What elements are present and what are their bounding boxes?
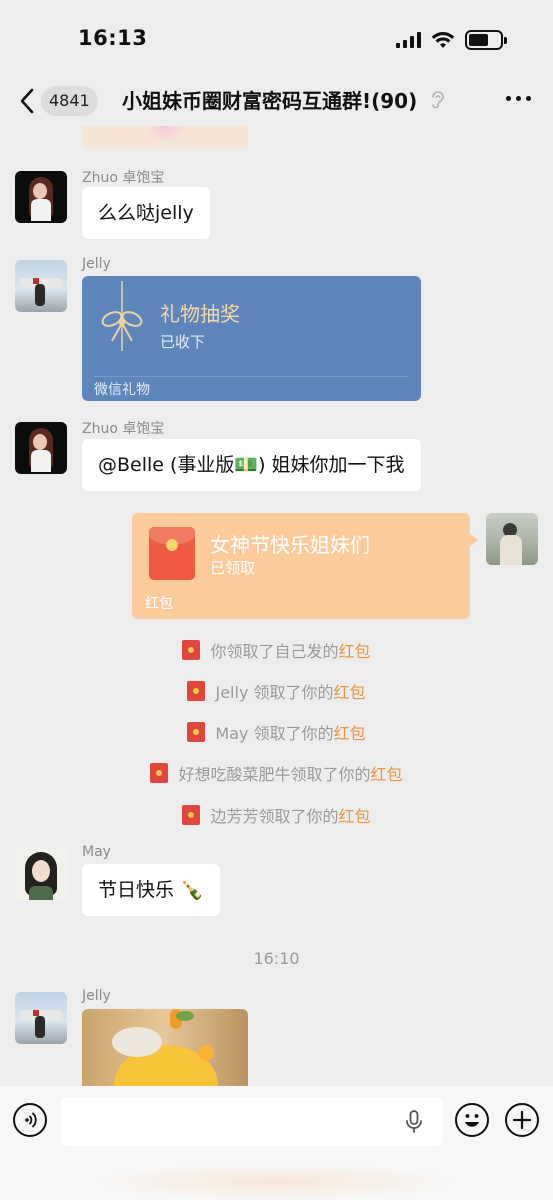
message-list[interactable]: Zhuo 卓饱宝 么么哒jelly Jelly 礼物抽奖 已收下 微信礼物 Zh… (0, 126, 553, 1086)
sender-name: Zhuo 卓饱宝 (82, 170, 165, 186)
text-message[interactable]: 节日快乐 🍾 (82, 864, 220, 916)
divider (94, 376, 409, 377)
notice-text: 边芳芳领取了你的 (210, 807, 339, 826)
red-packet-icon (150, 763, 169, 783)
avatar[interactable] (15, 848, 67, 900)
gift-bow-icon (101, 281, 143, 351)
red-packet-title: 女神节快乐姐妹们 (210, 533, 370, 557)
red-packet-link[interactable]: 红包 (339, 807, 371, 826)
plus-icon (512, 1110, 532, 1130)
status-bar: 16:13 (0, 0, 553, 80)
cellular-signal-icon (396, 32, 421, 48)
sender-name: May (82, 844, 111, 860)
system-notice: 你领取了自己发的红包 (0, 638, 553, 662)
smile-icon (465, 1114, 479, 1127)
red-packet-icon (182, 805, 201, 825)
gift-source-label: 微信礼物 (94, 382, 150, 398)
notice-text: 好想吃酸菜肥牛领取了你的 (178, 765, 371, 784)
text-message[interactable]: 么么哒jelly (82, 187, 210, 239)
avatar[interactable] (15, 171, 67, 223)
sender-name: Jelly (82, 988, 111, 1004)
status-icons (396, 30, 507, 50)
ear-mute-icon (432, 91, 444, 109)
red-packet-status: 已领取 (210, 559, 256, 577)
avatar[interactable] (15, 422, 67, 474)
avatar[interactable] (15, 992, 67, 1044)
back-button[interactable] (14, 86, 40, 116)
microphone-icon[interactable] (404, 1110, 424, 1134)
gift-message-card[interactable]: 礼物抽奖 已收下 微信礼物 (82, 276, 421, 401)
sender-name: Zhuo 卓饱宝 (82, 421, 165, 437)
avatar[interactable] (15, 260, 67, 312)
red-packet-icon (187, 722, 206, 742)
red-packet-icon (149, 527, 195, 580)
red-packet-link[interactable]: 红包 (334, 683, 366, 702)
text-message[interactable]: @Belle (事业版💵) 姐妹你加一下我 (82, 439, 421, 491)
red-packet-icon (187, 681, 206, 701)
message-input[interactable] (61, 1097, 442, 1146)
more-options-button[interactable] (506, 96, 531, 101)
notice-text: 你领取了自己发的 (210, 642, 339, 661)
red-packet-link[interactable]: 红包 (371, 765, 403, 784)
system-notice: 好想吃酸菜肥牛领取了你的红包 (0, 761, 553, 785)
input-bar (0, 1086, 553, 1200)
red-packet-label: 红包 (145, 596, 173, 612)
red-packet-message[interactable]: 女神节快乐姐妹们 已领取 红包 (132, 513, 478, 619)
notice-text: Jelly 领取了你的 (215, 683, 334, 702)
gift-status: 已收下 (160, 333, 206, 351)
image-message-partial[interactable] (82, 126, 248, 149)
unread-count-badge[interactable]: 4841 (41, 86, 98, 116)
status-time: 16:13 (78, 26, 148, 50)
red-packet-link[interactable]: 红包 (339, 642, 371, 661)
chat-header: 4841 小姐妹币圈财富密码互通群!(90) (0, 78, 553, 126)
sender-name: Jelly (82, 256, 111, 272)
image-message[interactable] (82, 1009, 248, 1086)
time-divider: 16:10 (253, 949, 300, 968)
system-notice: 边芳芳领取了你的红包 (0, 803, 553, 827)
red-packet-link[interactable]: 红包 (334, 724, 366, 743)
home-indicator-area (96, 1164, 456, 1200)
system-notice: May 领取了你的红包 (0, 720, 553, 744)
emoji-button[interactable] (455, 1103, 489, 1137)
voice-icon (25, 1112, 37, 1128)
wifi-icon (431, 32, 455, 48)
battery-icon (465, 30, 507, 50)
system-notice: Jelly 领取了你的红包 (0, 679, 553, 703)
chevron-left-icon (20, 88, 34, 114)
gift-title: 礼物抽奖 (160, 302, 240, 326)
voice-input-button[interactable] (13, 1103, 47, 1137)
red-packet-icon (182, 640, 201, 660)
notice-text: May 领取了你的 (215, 724, 334, 743)
avatar[interactable] (486, 513, 538, 565)
chat-title: 小姐妹币圈财富密码互通群!(90) (122, 89, 418, 113)
more-actions-button[interactable] (505, 1103, 539, 1137)
